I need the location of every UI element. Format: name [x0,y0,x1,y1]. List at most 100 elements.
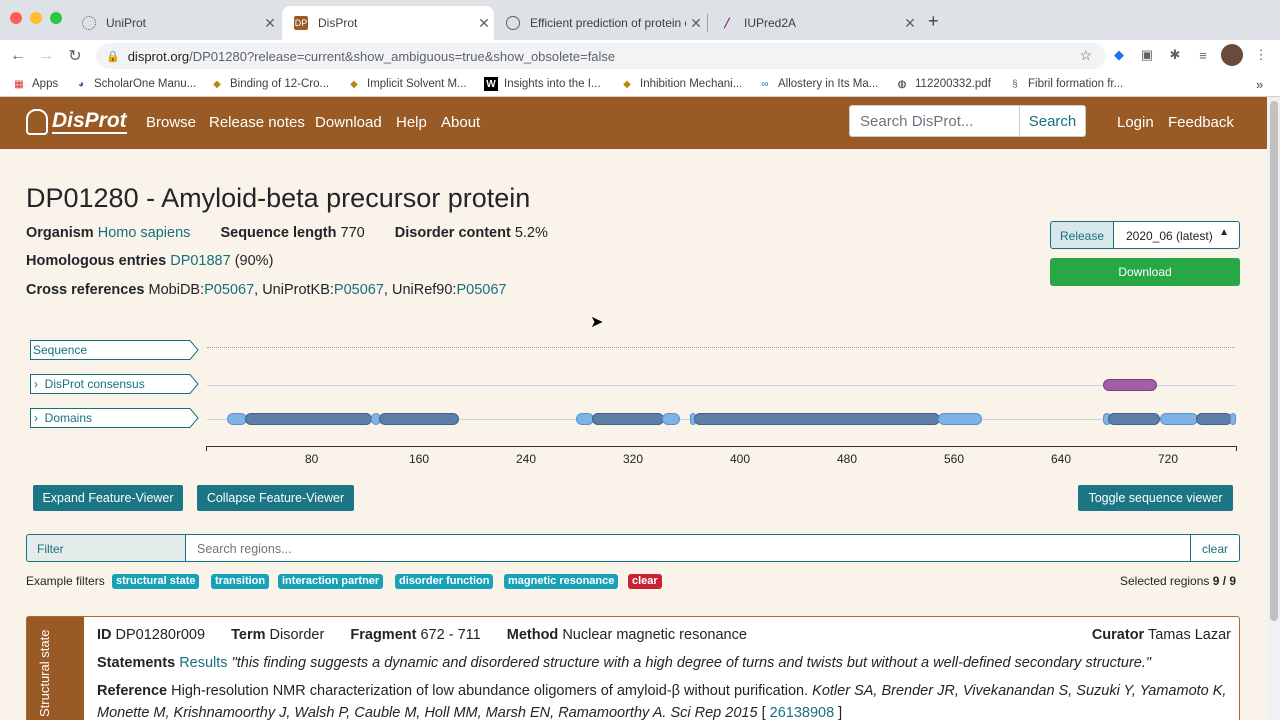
filter-clear-button[interactable]: clear [1190,534,1240,562]
extension-reader-icon[interactable]: ▣ [1136,44,1158,66]
disprot-logo-icon [26,109,48,135]
profile-avatar[interactable] [1221,44,1243,66]
tab-efficient-prediction[interactable]: Efficient prediction of protein d ✕ [494,6,706,40]
organism-link[interactable]: Homo sapiens [98,225,191,241]
nav-about[interactable]: About [441,114,480,131]
bookmark-insights[interactable]: W Insights into the I... [484,72,601,96]
nav-browse[interactable]: Browse [146,114,196,131]
region-header-row: ID DP01280r009 Term Disorder Fragment 67… [97,627,747,643]
back-icon[interactable]: ← [6,44,30,68]
close-tab-icon[interactable]: ✕ [260,15,280,32]
uniprotkb-link[interactable]: P05067 [334,282,384,298]
region-reference-row: Reference High-resolution NMR characteri… [97,683,1226,699]
bookmark-fibril[interactable]: § Fibril formation fr... [1008,72,1123,96]
domain-segment[interactable] [592,413,664,425]
filter-search-input[interactable]: Search regions... [185,534,1191,562]
bookmark-binding[interactable]: ◆ Binding of 12-Cro... [210,72,329,96]
bookmark-implicit-solvent[interactable]: ◆ Implicit Solvent M... [347,72,467,96]
select-caret-icon: ▲ [1219,227,1229,238]
bookmark-apps[interactable]: ▦ Apps [12,72,58,96]
tab-iupred[interactable]: ╱ IUPred2A ✕ [708,6,920,40]
bookmark-scholarone[interactable]: ◕ ScholarOne Manu... [74,72,196,96]
site-search-input[interactable]: Search DisProt... [849,105,1020,137]
bookmark-allostery[interactable]: ∞ Allostery in Its Ma... [758,72,878,96]
browser-menu-icon[interactable]: ⋮ [1250,44,1272,66]
track-label-domains[interactable]: › Domains [30,408,199,428]
consensus-track-line [207,385,1235,386]
new-tab-icon[interactable]: + [928,11,939,32]
tab-uniprot[interactable]: UniProt ✕ [70,6,280,40]
site-logo[interactable]: DisProt [26,109,127,135]
uniref90-link[interactable]: P05067 [456,282,506,298]
filter-chip-clear[interactable]: clear [628,574,662,589]
lock-icon: 🔒 [106,50,120,63]
chevron-right-icon: › [34,411,38,425]
uniref90-label: , UniRef90: [383,282,457,298]
track-label-disprot-consensus[interactable]: › DisProt consensus [30,374,199,394]
pmid-bracket: ] [838,705,843,720]
filter-chip-interaction-partner[interactable]: interaction partner [278,574,384,589]
consensus-region[interactable] [1103,379,1157,391]
address-bar[interactable]: 🔒 disprot.org/DP01280?release=current&sh… [96,43,1106,69]
site-search-button[interactable]: Search [1019,105,1086,137]
expand-feature-viewer-button[interactable]: Expand Feature-Viewer [33,485,183,511]
forward-icon[interactable]: → [34,44,58,68]
zoom-window-icon[interactable] [50,12,62,24]
nav-download[interactable]: Download [315,114,382,131]
nav-help[interactable]: Help [396,114,427,131]
bookmark-label: Allostery in Its Ma... [778,78,879,90]
domain-segment[interactable] [938,413,982,425]
collapse-feature-viewer-button[interactable]: Collapse Feature-Viewer [197,485,354,511]
close-tab-icon[interactable]: ✕ [900,15,920,32]
mouse-cursor-icon: ➤ [590,314,604,331]
bookmark-label: Apps [32,78,59,90]
domain-segment[interactable] [379,413,459,425]
mobidb-link[interactable]: P05067 [204,282,254,298]
release-select[interactable]: 2020_06 (latest) ▲ [1113,221,1240,249]
region-id-label: ID [97,627,112,643]
domain-segment[interactable] [1230,413,1236,425]
bookmark-star-icon[interactable]: ☆ [1079,47,1092,64]
domain-segment[interactable] [694,413,940,425]
login-link[interactable]: Login [1117,114,1154,131]
pmid-link[interactable]: 26138908 [770,705,835,720]
filter-chip-magnetic-resonance[interactable]: magnetic resonance [504,574,619,589]
bookmark-inhibition[interactable]: ◆ Inhibition Mechani... [620,72,742,96]
bookmark-pdf[interactable]: ◍ 112200332.pdf [895,72,991,96]
loading-icon [82,16,96,30]
bookmark-label: ScholarOne Manu... [94,78,197,90]
scrollbar-thumb[interactable] [1270,101,1278,621]
extension-shield-icon[interactable]: ◆ [1108,44,1130,66]
axis-tick-label: 480 [837,452,858,466]
domain-segment[interactable] [245,413,372,425]
region-statements-link[interactable]: Results [179,655,227,671]
domain-segment[interactable] [662,413,680,425]
filter-chip-transition[interactable]: transition [211,574,270,589]
close-tab-icon[interactable]: ✕ [474,15,494,32]
url-host: disprot.org [127,48,190,64]
close-tab-icon[interactable]: ✕ [686,15,706,32]
filter-chip-structural-state[interactable]: structural state [112,574,200,589]
domain-segment[interactable] [227,413,247,425]
axis-tick-label: 160 [409,452,430,466]
download-button[interactable]: Download [1050,258,1240,286]
filter-chip-disorder-function[interactable]: disorder function [395,574,494,589]
bookmarks-overflow-icon[interactable]: » [1256,72,1263,96]
domain-segment[interactable] [1160,413,1198,425]
feedback-link[interactable]: Feedback [1168,114,1234,131]
axis-tick-label: 320 [623,452,644,466]
track-label-sequence[interactable]: Sequence [30,340,199,360]
reload-icon[interactable]: ↻ [63,44,87,68]
region-card-side: Structural state [27,617,84,720]
minimize-window-icon[interactable] [30,12,42,24]
domain-segment[interactable] [1108,413,1160,425]
nav-release-notes[interactable]: Release notes [209,114,305,131]
homologous-link[interactable]: DP01887 [170,253,230,269]
media-queue-icon[interactable]: ≡ [1192,44,1214,66]
extensions-puzzle-icon[interactable]: ✱ [1164,44,1186,66]
tab-disprot[interactable]: DP DisProt ✕ [282,6,494,40]
toggle-sequence-viewer-button[interactable]: Toggle sequence viewer [1078,485,1233,511]
close-window-icon[interactable] [10,12,22,24]
domain-segment[interactable] [1196,413,1232,425]
mobidb-label: MobiDB: [148,282,205,298]
